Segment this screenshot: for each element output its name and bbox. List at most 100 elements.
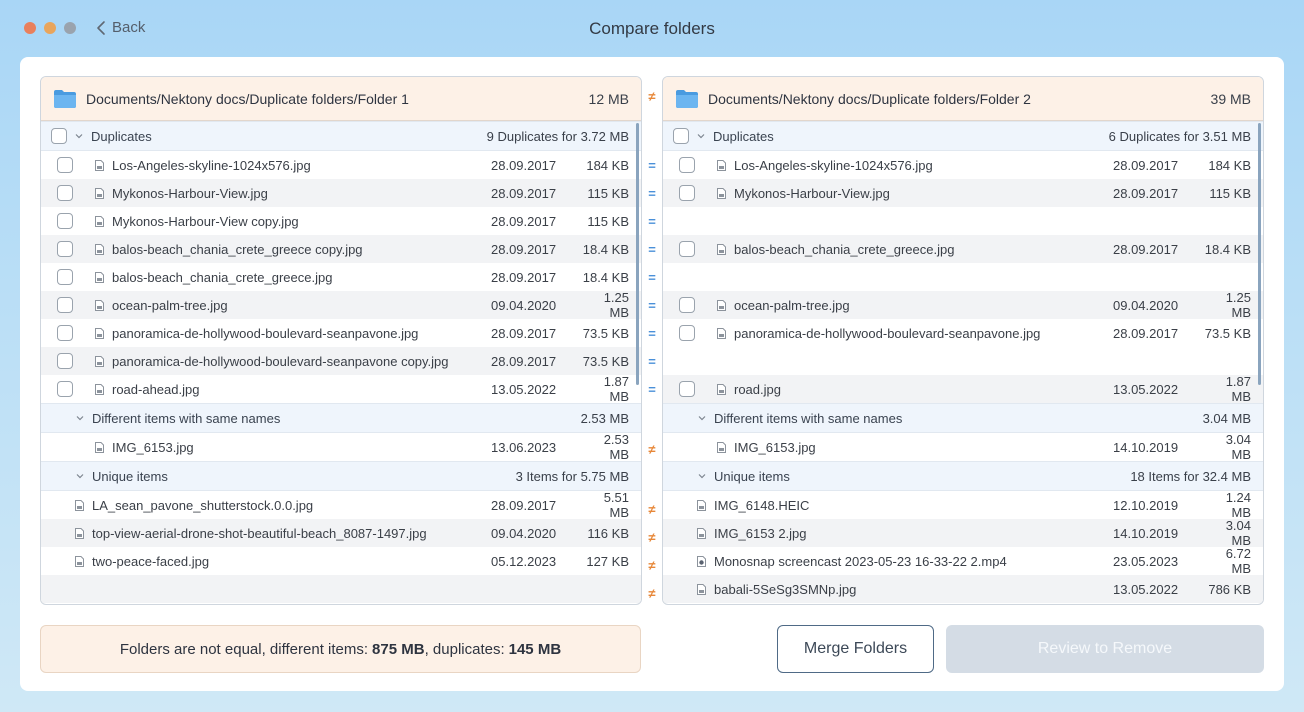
table-row[interactable]: ocean-palm-tree.jpg 09.04.2020 1.25 MB [663,290,1263,320]
file-name: balos-beach_chania_crete_greece.jpg [112,269,333,285]
table-row[interactable]: IMG_6153.jpg 13.06.2023 2.53 MB [41,432,641,462]
file-icon [95,441,104,453]
file-date: 28.09.2017 [491,241,557,257]
table-row[interactable]: top-view-aerial-drone-shot-beautiful-bea… [41,519,641,547]
compare-marker: ≠ [648,530,656,545]
row-checkbox[interactable] [679,157,695,173]
file-name: LA_sean_pavone_shutterstock.0.0.jpg [92,497,314,513]
row-checkbox[interactable] [57,185,73,201]
folder1-panel: Documents/Nektony docs/Duplicate folders… [40,76,642,605]
section-meta: 3.04 MB [1202,410,1251,426]
review-to-remove-button[interactable]: Review to Remove [946,625,1264,673]
row-checkbox[interactable] [57,241,73,257]
table-row[interactable]: babali-5SeSg3SMNp.jpg 13.05.2022 786 KB [663,575,1263,603]
row-checkbox[interactable] [679,241,695,257]
duplicates-select-all-checkbox[interactable] [51,128,67,144]
row-checkbox[interactable] [57,353,73,369]
chevron-down-icon[interactable] [697,471,707,481]
table-row[interactable]: IMG_6153 2.jpg 14.10.2019 3.04 MB [663,518,1263,548]
table-row[interactable]: balos-beach_chania_crete_greece.jpg 28.0… [663,235,1263,263]
file-name: ocean-palm-tree.jpg [112,297,228,313]
file-size: 184 KB [1208,157,1251,173]
duplicates-section[interactable]: Duplicates 9 Duplicates for 3.72 MB [41,121,641,151]
table-row[interactable]: Los-Angeles-skyline-1024x576.jpg 28.09.2… [663,151,1263,179]
different-section[interactable]: Different items with same names 3.04 MB [663,403,1263,433]
file-name: IMG_6153.jpg [734,439,816,455]
compare-marker: = [648,214,656,229]
row-checkbox[interactable] [679,325,695,341]
duplicates-select-all-checkbox[interactable] [673,128,689,144]
folder1-scrollbar[interactable] [636,123,639,385]
section-meta: 18 Items for 32.4 MB [1130,468,1251,484]
table-row[interactable]: Mykonos-Harbour-View.jpg 28.09.2017 115 … [663,179,1263,207]
file-date: 09.04.2020 [491,525,557,541]
row-checkbox[interactable] [57,213,73,229]
table-row[interactable]: Monosnap screencast 2023-05-23 16-33-22 … [663,546,1263,576]
table-row[interactable]: road-ahead.jpg 13.05.2022 1.87 MB [41,374,641,404]
file-name: Los-Angeles-skyline-1024x576.jpg [112,157,311,173]
table-row[interactable]: balos-beach_chania_crete_greece copy.jpg… [41,235,641,263]
chevron-down-icon[interactable] [697,413,707,423]
compare-window: Back Compare folders Documents/Nektony d… [0,0,1304,712]
different-section[interactable]: Different items with same names 2.53 MB [41,403,641,433]
file-icon [75,555,84,567]
table-row[interactable]: ocean-palm-tree.jpg 09.04.2020 1.25 MB [41,290,641,320]
row-checkbox[interactable] [57,157,73,173]
table-row[interactable]: panoramica-de-hollywood-boulevard-seanpa… [663,319,1263,347]
merge-folders-button[interactable]: Merge Folders [777,625,934,673]
file-date: 28.09.2017 [1113,157,1179,173]
folder2-size: 39 MB [1210,90,1251,107]
content-card: Documents/Nektony docs/Duplicate folders… [20,57,1284,691]
table-row[interactable]: panoramica-de-hollywood-boulevard-seanpa… [41,347,641,375]
file-icon [95,383,104,395]
chevron-down-icon[interactable] [696,131,706,141]
folder2-header: Documents/Nektony docs/Duplicate folders… [663,77,1263,121]
row-checkbox[interactable] [57,297,73,313]
row-checkbox[interactable] [57,325,73,341]
compare-marker: = [648,242,656,257]
table-row[interactable]: Mykonos-Harbour-View.jpg 28.09.2017 115 … [41,179,641,207]
table-row[interactable]: two-peace-faced.jpg 05.12.2023 127 KB [41,547,641,575]
folder2-panel: Documents/Nektony docs/Duplicate folders… [662,76,1264,605]
table-row[interactable]: balos-beach_chania_crete_greece.jpg 28.0… [41,263,641,291]
table-row[interactable]: LA_sean_pavone_shutterstock.0.0.jpg 28.0… [41,490,641,520]
section-label: Unique items [714,468,790,484]
file-name: IMG_6153 2.jpg [714,525,807,541]
compare-marker: = [648,270,656,285]
file-icon [717,187,726,199]
row-checkbox[interactable] [679,185,695,201]
section-meta: 2.53 MB [580,410,629,426]
row-checkbox[interactable] [679,297,695,313]
compare-marker: = [648,354,656,369]
unique-section[interactable]: Unique items 18 Items for 32.4 MB [663,461,1263,491]
unique-section[interactable]: Unique items 3 Items for 5.75 MB [41,461,641,491]
table-row[interactable]: IMG_6148.HEIC 12.10.2019 1.24 MB [663,490,1263,520]
status-duplicates-value: 145 MB [508,640,562,658]
compare-marker: ≠ [648,586,656,601]
file-icon [717,441,726,453]
file-date: 28.09.2017 [1113,325,1179,341]
section-label: Different items with same names [92,410,281,426]
folder1-path: Documents/Nektony docs/Duplicate folders… [86,90,409,107]
table-row[interactable]: road.jpg 13.05.2022 1.87 MB [663,374,1263,404]
row-checkbox[interactable] [57,269,73,285]
table-row[interactable]: Mykonos-Harbour-View copy.jpg 28.09.2017… [41,207,641,235]
chevron-down-icon[interactable] [75,471,85,481]
row-checkbox[interactable] [57,381,73,397]
table-row[interactable]: Los-Angeles-skyline-1024x576.jpg 28.09.2… [41,151,641,179]
duplicates-section[interactable]: Duplicates 6 Duplicates for 3.51 MB [663,121,1263,151]
compare-marker: ≠ [648,502,656,517]
file-date: 13.06.2023 [491,439,557,455]
table-row[interactable]: IMG_6153.jpg 14.10.2019 3.04 MB [663,432,1263,462]
row-checkbox[interactable] [679,381,695,397]
file-size: 786 KB [1208,581,1251,597]
status-mid: , duplicates: [424,640,505,658]
table-row[interactable]: panoramica-de-hollywood-boulevard-seanpa… [41,319,641,347]
section-label: Duplicates [713,128,774,144]
file-name: road-ahead.jpg [112,381,200,397]
folder2-scrollbar[interactable] [1258,123,1261,385]
chevron-down-icon[interactable] [75,413,85,423]
file-date: 23.05.2023 [1113,553,1179,569]
file-date: 12.10.2019 [1113,497,1179,513]
chevron-down-icon[interactable] [74,131,84,141]
